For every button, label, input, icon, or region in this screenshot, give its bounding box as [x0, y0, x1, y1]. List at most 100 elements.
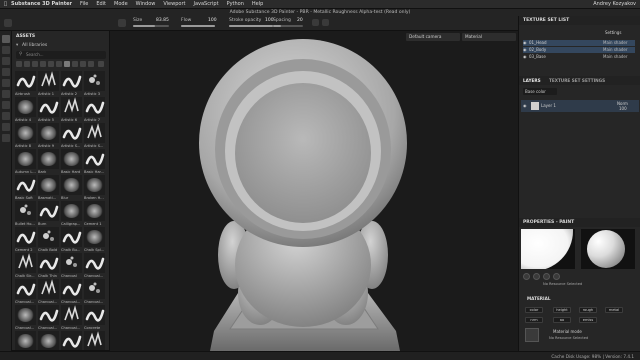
apple-menu-icon[interactable]: 	[4, 1, 7, 7]
asset-item[interactable]: Charcoal...	[38, 279, 59, 307]
asset-item[interactable]: Artistic 6	[61, 97, 82, 125]
menu-viewport[interactable]: Viewport	[163, 1, 185, 7]
material-rough-button[interactable]: rough	[579, 307, 597, 313]
asset-item[interactable]: Cement 1	[84, 201, 105, 229]
asset-item[interactable]: Basic Soft	[15, 175, 36, 203]
asset-item[interactable]: Charcoal...	[15, 279, 36, 307]
material-height-button[interactable]: height	[553, 307, 571, 313]
size-slider[interactable]	[133, 25, 169, 27]
asset-item[interactable]: Charcoal...	[84, 279, 105, 307]
menu-edit[interactable]: Edit	[96, 1, 106, 7]
menu-mode[interactable]: Mode	[114, 1, 128, 7]
material-mode-thumbnail[interactable]	[525, 328, 539, 342]
asset-item[interactable]: Airbrush	[15, 71, 36, 99]
asset-item[interactable]: Charcoal...	[15, 305, 36, 333]
user-name[interactable]: Andrey Kozyakov	[593, 1, 636, 7]
paint-tool-icon[interactable]	[2, 35, 10, 43]
asset-item[interactable]: Bullet Ho...	[15, 201, 36, 229]
asset-item[interactable]: Basmati...	[38, 175, 59, 203]
asset-item[interactable]: Chalk Bold	[38, 227, 59, 255]
menu-help[interactable]: Help	[252, 1, 263, 7]
3d-viewport[interactable]: Default camera Material	[110, 31, 518, 351]
asset-item[interactable]: Chalk Str...	[15, 253, 36, 281]
material-ao-button[interactable]: ao	[553, 317, 571, 323]
asset-item[interactable]: Broken H...	[84, 175, 105, 203]
asset-item[interactable]: Artistic 1	[38, 71, 59, 99]
asset-item[interactable]: Blur	[61, 175, 82, 203]
asset-search-input[interactable]: Search...	[16, 51, 106, 59]
spacing-slider[interactable]	[273, 25, 303, 27]
asset-item[interactable]: Artistic 3	[84, 71, 105, 99]
symmetry-icon[interactable]	[312, 19, 319, 26]
smudge-tool-icon[interactable]	[2, 79, 10, 87]
library-chevron-icon[interactable]: ▾	[16, 43, 18, 48]
layer-channel-dropdown[interactable]: Base color	[523, 88, 557, 95]
spacing-value[interactable]: 20	[297, 18, 303, 23]
assets-panel-icon[interactable]	[2, 134, 10, 142]
projection-tool-icon[interactable]	[2, 57, 10, 65]
material-nrm-button[interactable]: nrm	[525, 317, 543, 323]
material-color-button[interactable]: color	[525, 307, 543, 313]
menu-python[interactable]: Python	[227, 1, 244, 7]
filter-textures-icon[interactable]	[32, 61, 38, 67]
asset-item[interactable]: Artistic 9	[38, 123, 59, 151]
stroke-opacity-slider[interactable]	[229, 25, 273, 27]
asset-item[interactable]: Burn	[38, 201, 59, 229]
grid-icon[interactable]	[4, 19, 12, 27]
filter-alphas-icon[interactable]	[48, 61, 54, 67]
color-picker-icon[interactable]	[2, 101, 10, 109]
alpha-properties-icon[interactable]	[543, 273, 550, 280]
asset-item[interactable]: Charcoal...	[38, 305, 59, 333]
material-metal-button[interactable]: metal	[605, 307, 623, 313]
asset-item[interactable]: Artistic 4	[15, 97, 36, 125]
eye-icon[interactable]: ◉	[523, 103, 527, 108]
flow-slider[interactable]	[181, 25, 215, 27]
polygon-fill-icon[interactable]	[2, 68, 10, 76]
eye-icon[interactable]: ◉	[523, 47, 527, 53]
asset-item[interactable]: Chalk Thin	[38, 253, 59, 281]
asset-item[interactable]: Artistic 8	[15, 123, 36, 151]
library-selector[interactable]: All libraries	[22, 43, 47, 48]
layer-name[interactable]: Layer 1	[541, 103, 556, 108]
filter-smart-materials-icon[interactable]	[24, 61, 30, 67]
texture-set-row[interactable]: ◉ 02_Body Main shader	[523, 47, 635, 53]
material-properties-icon[interactable]	[553, 273, 560, 280]
filter-particles-icon[interactable]	[72, 61, 78, 67]
texture-set-settings-button[interactable]: Settings	[605, 30, 621, 35]
asset-item[interactable]: Calligrap...	[61, 201, 82, 229]
size-value[interactable]: 83.85	[156, 18, 169, 23]
asset-item[interactable]: Artistic 5	[38, 97, 59, 125]
settings-icon[interactable]	[322, 19, 329, 26]
filter-materials-icon[interactable]	[16, 61, 22, 67]
tab-texture-set-settings[interactable]: TEXTURE SET SETTINGS	[549, 76, 605, 85]
layer-opacity[interactable]: 100	[619, 106, 627, 111]
eraser-tool-icon[interactable]	[2, 46, 10, 54]
asset-item[interactable]: Charcoal...	[84, 253, 105, 281]
app-menu[interactable]: Substance 3D Painter	[11, 1, 72, 7]
clone-tool-icon[interactable]	[2, 90, 10, 98]
asset-item[interactable]: Chalk Spl...	[84, 227, 105, 255]
asset-item[interactable]: Basic Hard	[61, 149, 82, 177]
texture-set-row[interactable]: ◉ 03_Base Main shader	[523, 54, 635, 60]
asset-item[interactable]: Charcoal...	[61, 279, 82, 307]
brush-preset-icon[interactable]	[118, 19, 126, 27]
texture-set-row[interactable]: ◉ 01_Head Main shader	[523, 40, 635, 46]
tab-layers[interactable]: LAYERS	[523, 76, 541, 85]
bake-icon[interactable]	[2, 123, 10, 131]
asset-item[interactable]: Artistic S...	[84, 123, 105, 151]
menu-file[interactable]: File	[80, 1, 88, 7]
menu-javascript[interactable]: JavaScript	[193, 1, 218, 7]
stroke-properties-icon[interactable]	[533, 273, 540, 280]
asset-item[interactable]: Charcoal	[61, 253, 82, 281]
asset-item[interactable]: Autumn L...	[15, 149, 36, 177]
asset-item[interactable]: Concrete	[84, 305, 105, 333]
brush-properties-icon[interactable]	[523, 273, 530, 280]
asset-item[interactable]: Bark	[38, 149, 59, 177]
menu-window[interactable]: Window	[136, 1, 156, 7]
filter-filters-icon[interactable]	[56, 61, 62, 67]
asset-item[interactable]: Basic Har...	[84, 149, 105, 177]
eye-icon[interactable]: ◉	[523, 40, 527, 46]
asset-item[interactable]: Charcoal...	[61, 305, 82, 333]
filter-brushes-icon[interactable]	[64, 61, 70, 67]
asset-item[interactable]: Cement 2	[15, 227, 36, 255]
